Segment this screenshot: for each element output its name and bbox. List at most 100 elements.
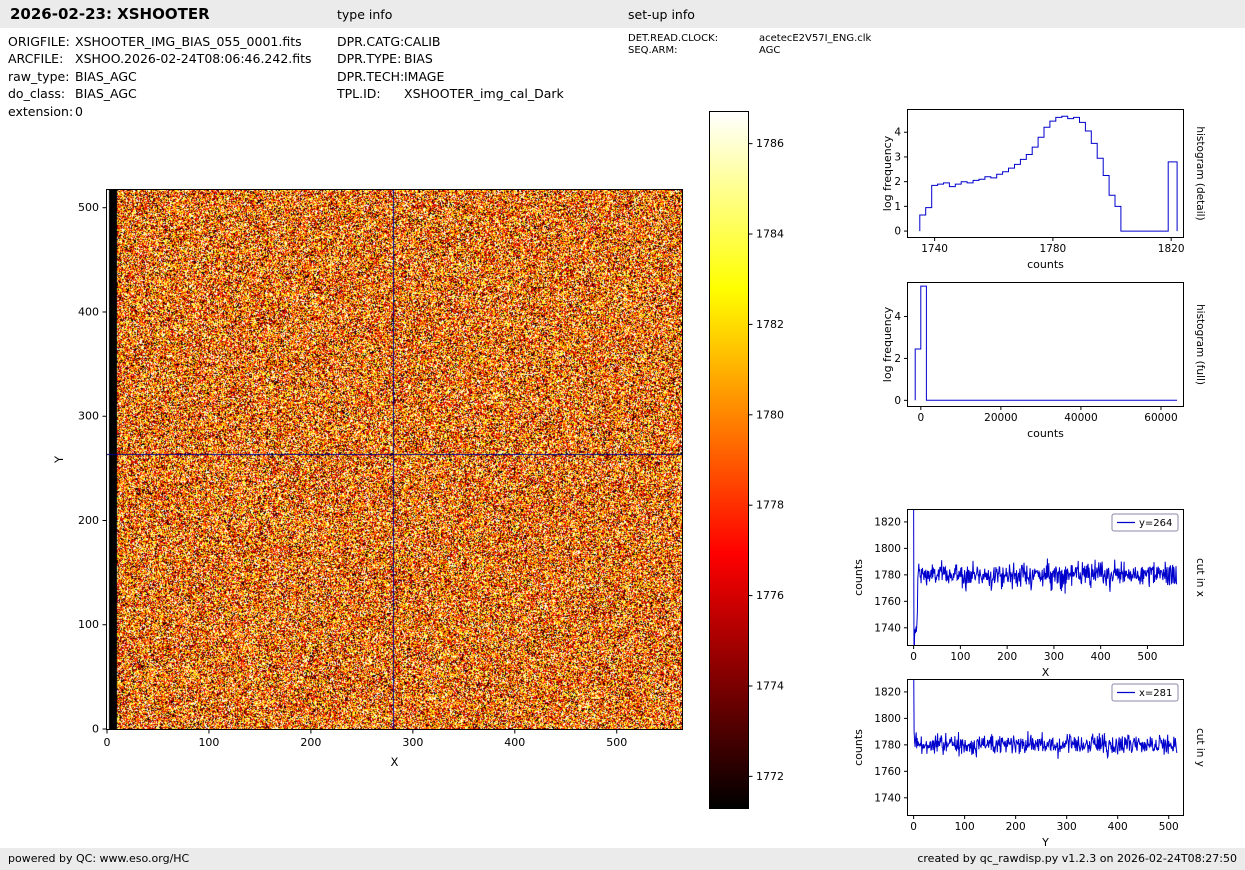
tick-label: 20000 — [984, 412, 1017, 424]
meta-value: XSHOOTER_img_cal_Dark — [404, 86, 564, 102]
tick-label: 3 — [894, 151, 901, 163]
tick-label: 200 — [78, 514, 99, 527]
y-axis-label: log frequency — [881, 306, 894, 382]
meta-value: CALIB — [404, 34, 441, 49]
tick-label: 4 — [894, 311, 901, 323]
meta-value: XSHOOTER_IMG_BIAS_055_0001.fits — [75, 34, 302, 49]
tick-label: 60000 — [1144, 412, 1177, 424]
qc-report-page: 2026-02-23: XSHOOTER type info set-up in… — [0, 0, 1245, 870]
cut-in-x-plot: 0 100 200 300 400 500 1740 1760 1780 1800 1820 Xcou… — [852, 509, 1206, 679]
colorbar-tick-label: 1786 — [756, 137, 784, 150]
y-axis-label: counts — [852, 559, 865, 596]
right-axis-label: histogram (full) — [1194, 304, 1206, 385]
tick-label: 1 — [894, 201, 901, 213]
meta-value: IMAGE — [404, 68, 445, 84]
y-axis-label: log frequency — [881, 135, 894, 211]
histogram-detail-plot: 1740 1780 1820 0 1 2 3 4 counts log frequency hist… — [881, 109, 1206, 271]
meta-row: DET.READ.CLOCK: acetecE2V57I_ENG.clk — [628, 33, 871, 45]
tick-label: 1740 — [874, 792, 901, 804]
meta-value: 0 — [75, 103, 83, 119]
tick-label: 100 — [955, 821, 975, 833]
meta-row: TPL.ID: XSHOOTER_img_cal_Dark — [337, 85, 564, 102]
meta-label: extension: — [8, 103, 74, 119]
footer-credit-right: created by qc_rawdisp.py v1.2.3 on 2026-… — [917, 852, 1237, 865]
meta-row: ARCFILE: XSHOO.2026-02-24T08:06:46.242.fi… — [8, 50, 312, 67]
tick-label: 200 — [1006, 821, 1026, 833]
tick-label: 1800 — [874, 713, 901, 725]
x-axis-label: counts — [1027, 258, 1064, 271]
tick-label: 500 — [78, 201, 99, 214]
footer-credit-left: powered by QC: www.eso.org/HC — [8, 852, 190, 865]
right-axis-label: histogram (detail) — [1194, 126, 1206, 220]
y-axis-label: Y — [52, 455, 66, 464]
tick-label: 400 — [1108, 821, 1128, 833]
footer-bar: powered by QC: www.eso.org/HC created by… — [0, 848, 1245, 870]
tick-label: 400 — [78, 305, 99, 318]
tick-label: 1740 — [874, 622, 901, 634]
right-axis-label: cut in y — [1194, 728, 1206, 767]
tick-label: 2 — [894, 176, 901, 188]
tick-label: 400 — [1091, 651, 1111, 663]
meta-label: TPL.ID: — [337, 86, 381, 102]
meta-row: raw_type: BIAS_AGC — [8, 68, 312, 85]
tick-label: 1800 — [874, 543, 901, 555]
x-axis-label: X — [391, 755, 399, 769]
histogram-full-series — [914, 285, 1177, 401]
meta-row: DPR.CATG:CALIB — [337, 33, 564, 50]
meta-value: XSHOO.2026-02-24T08:06:46.242.fits — [75, 51, 312, 67]
tick-label: 0 — [894, 226, 901, 238]
tick-label: 400 — [504, 736, 525, 749]
legend-box — [1111, 513, 1179, 532]
colorbar-tick-label: 1774 — [756, 679, 784, 692]
meta-value: BIAS_AGC — [75, 68, 137, 84]
meta-row: extension: 0 — [8, 103, 312, 120]
tick-label: 2 — [894, 353, 901, 365]
x-axis-label: X — [1042, 666, 1050, 679]
cut-in-x-series — [913, 510, 1178, 645]
meta-row: SEQ.ARM: AGC — [628, 45, 871, 57]
cut-in-y-plot: 0 100 200 300 400 50017401760178018001820Ycou… — [852, 679, 1206, 849]
meta-row: DPR.TYPE: BIAS — [337, 50, 564, 67]
file-metadata: ORIGFILE: XSHOOTER_IMG_BIAS_055_0001.fits… — [8, 33, 312, 120]
header-bar: 2026-02-23: XSHOOTER type info set-up in… — [0, 0, 1245, 28]
meta-label: do_class: — [8, 86, 66, 102]
tick-label: 1820 — [874, 686, 901, 698]
tick-label: 200 — [997, 651, 1017, 663]
meta-row: DPR.TECH:IMAGE — [337, 68, 564, 85]
meta-label: ORIGFILE: — [8, 34, 70, 49]
meta-value: AGC — [759, 44, 781, 56]
tick-label: 1760 — [874, 596, 901, 608]
x-axis-label: counts — [1027, 427, 1064, 440]
tick-label: 100 — [950, 651, 970, 663]
legend-label: x=281 — [1139, 688, 1172, 699]
tick-label: 500 — [606, 736, 627, 749]
meta-label: DPR.TECH: — [337, 68, 405, 84]
setup-info-heading: set-up info — [628, 7, 695, 22]
tick-label: 0 — [894, 395, 901, 407]
tick-label: 1740 — [921, 243, 948, 255]
meta-value: BIAS_AGC — [75, 86, 137, 102]
tick-label: 300 — [1057, 821, 1077, 833]
type-info-heading: type info — [337, 7, 393, 22]
meta-label: DPR.TYPE: — [337, 51, 402, 67]
tick-label: 1820 — [874, 516, 901, 528]
tick-label: 1780 — [1040, 243, 1067, 255]
tick-label: 4 — [894, 127, 901, 139]
tick-label: 0 — [910, 651, 917, 663]
tick-label: 1780 — [874, 569, 901, 581]
tick-label: 300 — [402, 736, 423, 749]
tick-label: 500 — [1159, 821, 1179, 833]
y-axis-label: counts — [852, 729, 865, 766]
tick-label: 300 — [1044, 651, 1064, 663]
page-title: 2026-02-23: XSHOOTER — [10, 5, 210, 23]
tick-label: 1820 — [1158, 243, 1185, 255]
tick-label: 100 — [78, 618, 99, 631]
tick-label: 40000 — [1064, 412, 1097, 424]
colorbar-tick-label: 1772 — [756, 770, 784, 783]
cut-in-y-series — [913, 680, 1178, 760]
meta-value: acetecE2V57I_ENG.clk — [759, 33, 872, 44]
histogram-detail-series — [919, 115, 1178, 232]
meta-label: DPR.CATG: — [337, 34, 405, 49]
tick-label: 0 — [917, 412, 924, 424]
colorbar-tick-label: 1784 — [756, 228, 784, 241]
